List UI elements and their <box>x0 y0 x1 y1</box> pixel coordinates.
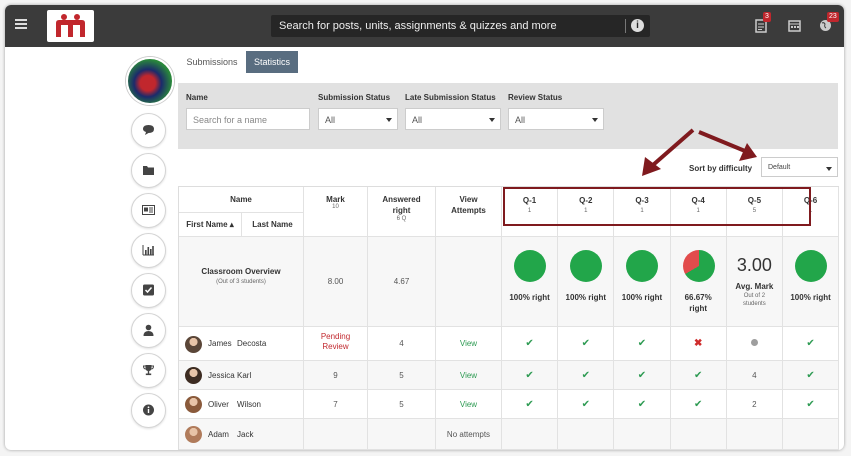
student-answered: 5 <box>368 361 436 390</box>
student-mark: 7 <box>304 390 368 419</box>
empty-result-cell <box>558 419 615 450</box>
view-attempts-header: View Attempts <box>436 187 502 237</box>
correct-check-icon: ✔ <box>670 361 727 390</box>
correct-check-icon: ✔ <box>670 390 727 419</box>
avg-mark-sub: Out of 2 students <box>743 293 766 307</box>
answered-header: Answered right 6 Q <box>368 187 436 237</box>
name-header: Name <box>179 187 304 213</box>
correct-rate-pie <box>570 250 603 282</box>
student-last-name: Wilson <box>237 399 262 409</box>
empty-result-cell <box>614 419 671 450</box>
correct-check-icon: ✔ <box>783 390 840 419</box>
empty-result-cell <box>502 419 559 450</box>
question-overview-cell: 3.00 Avg. Mark Out of 2 students <box>726 237 783 327</box>
student-first-name: James <box>208 339 232 348</box>
question-overview-cell: 66.67% right <box>670 237 727 327</box>
student-avatar <box>185 335 202 353</box>
student-last-name: Karl <box>237 370 252 380</box>
sort-label: Sort by difficulty <box>689 164 753 173</box>
question-score: 4 <box>726 361 783 390</box>
student-name-cell[interactable]: Jessica Karl <box>179 361 304 390</box>
last-name-header[interactable]: Last Name <box>242 213 304 237</box>
question-overview-cell: 100% right <box>558 237 615 327</box>
correct-rate-pie <box>682 250 715 282</box>
overview-view-empty <box>436 237 502 327</box>
correct-check-icon: ✔ <box>783 327 840 361</box>
correct-rate-label: 100% right <box>565 293 607 302</box>
sort-value: Default <box>768 164 791 171</box>
mark-header-max: 10 <box>332 204 339 210</box>
correct-check-icon: ✔ <box>502 390 559 419</box>
incorrect-cross-icon: ✖ <box>670 327 727 361</box>
question-overview-cell: 100% right <box>502 237 559 327</box>
mark-header-label: Mark <box>326 195 345 204</box>
correct-rate-label: 100% right <box>509 293 550 302</box>
student-mark: 9 <box>304 361 368 390</box>
correct-check-icon: ✔ <box>614 361 671 390</box>
student-mark <box>304 419 368 450</box>
question-overview-cell: 100% right <box>614 237 671 327</box>
correct-rate-label: 100% right <box>790 293 831 302</box>
chevron-down-icon <box>826 167 832 171</box>
correct-rate-pie <box>514 250 547 282</box>
empty-result-cell <box>726 419 783 450</box>
student-avatar <box>185 367 202 384</box>
student-first-name: Oliver <box>208 399 229 409</box>
avg-mark-value: 3.00 <box>736 255 772 275</box>
answered-header-count: 6 Q <box>396 216 407 222</box>
student-answered <box>368 419 436 450</box>
question-score: 2 <box>726 390 783 419</box>
student-name-cell[interactable]: Oliver Wilson <box>179 390 304 419</box>
sort-select[interactable]: Default <box>761 157 838 177</box>
correct-check-icon: ✔ <box>783 361 840 390</box>
correct-check-icon: ✔ <box>558 327 615 361</box>
mark-header: Mark 10 <box>304 187 368 237</box>
view-attempts-link[interactable]: View <box>436 361 502 390</box>
student-avatar <box>185 426 202 443</box>
first-name-header[interactable]: First Name ▴ <box>179 213 242 237</box>
correct-check-icon: ✔ <box>614 327 671 361</box>
correct-rate-pie <box>795 250 828 282</box>
question-overview-cell: 100% right <box>783 237 840 327</box>
student-name-cell[interactable]: James Decosta <box>179 327 304 361</box>
student-first-name: Jessica <box>208 370 235 380</box>
app-window: Search for posts, units, assignments & q… <box>5 5 844 450</box>
correct-check-icon: ✔ <box>502 361 559 390</box>
student-last-name: Decosta <box>237 339 267 348</box>
student-last-name: Jack <box>237 429 254 439</box>
overview-answered: 4.67 <box>368 237 436 327</box>
highlight-annotation <box>503 187 811 226</box>
correct-rate-label: 100% right <box>621 293 663 302</box>
correct-rate-label: 66.67% right <box>684 293 712 313</box>
correct-check-icon: ✔ <box>614 390 671 419</box>
overview-subtitle: (Out of 3 students) <box>216 279 266 285</box>
student-mark[interactable]: Pending Review <box>304 327 368 361</box>
correct-rate-pie <box>626 250 659 282</box>
no-attempts-text: No attempts <box>436 419 502 450</box>
avg-mark-label: Avg. Mark <box>735 282 774 291</box>
correct-check-icon: ✔ <box>558 361 615 390</box>
student-name-cell[interactable]: Adam Jack <box>179 419 304 450</box>
view-attempts-link[interactable]: View <box>436 327 502 361</box>
correct-check-icon: ✔ <box>502 327 559 361</box>
answered-header-label: Answered right <box>382 195 421 215</box>
view-attempts-link[interactable]: View <box>436 390 502 419</box>
overview-title: Classroom Overview <box>201 267 281 276</box>
overview-mark: 8.00 <box>304 237 368 327</box>
overview-label: Classroom Overview (Out of 3 students) <box>179 237 304 327</box>
student-answered: 4 <box>368 327 436 361</box>
empty-result-cell <box>670 419 727 450</box>
student-first-name: Adam <box>208 429 229 439</box>
student-answered: 5 <box>368 390 436 419</box>
pending-dot-icon <box>726 327 783 361</box>
student-avatar <box>185 396 202 413</box>
correct-check-icon: ✔ <box>558 390 615 419</box>
empty-result-cell <box>783 419 840 450</box>
